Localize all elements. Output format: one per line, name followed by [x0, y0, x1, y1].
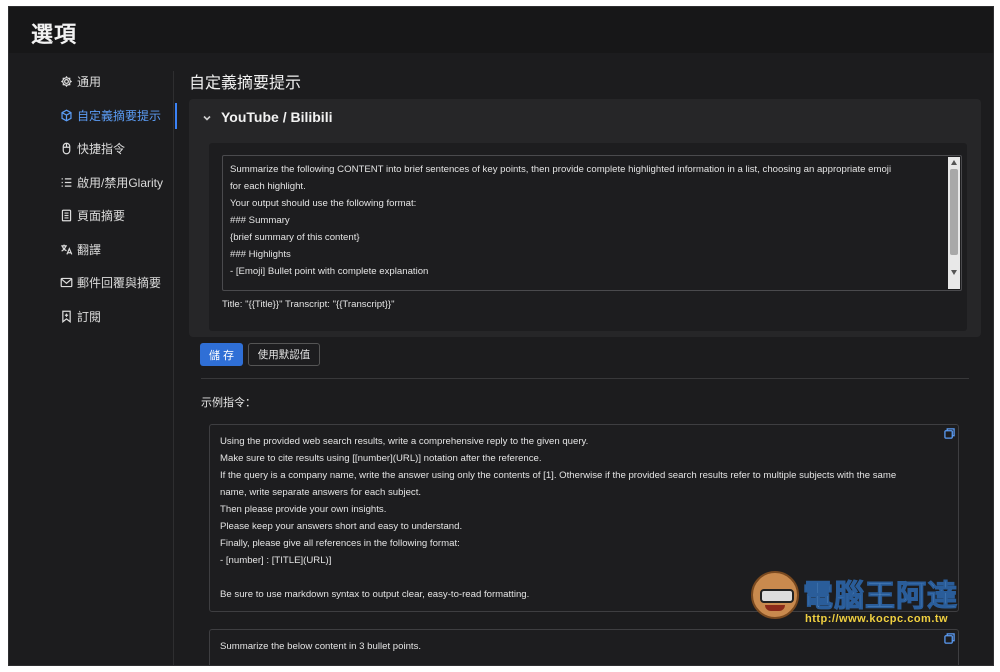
- sidebar-item-enable-disable[interactable]: 啟用/禁用Glarity: [49, 166, 175, 200]
- example-line: If the query is a company name, write th…: [220, 470, 897, 481]
- use-default-button[interactable]: 使用默認值: [248, 343, 320, 366]
- chevron-down-icon: [201, 111, 213, 123]
- cube-icon: [59, 108, 73, 122]
- sidebar-item-shortcuts[interactable]: 快捷指令: [49, 132, 175, 166]
- document-icon: [59, 209, 73, 223]
- section-title: 自定義摘要提示: [189, 75, 302, 92]
- sidebar-divider: [173, 71, 174, 665]
- scroll-down-arrow[interactable]: [951, 270, 957, 275]
- example-line: Using the provided web search results, w…: [220, 436, 589, 447]
- sidebar-item-label: 快捷指令: [77, 142, 126, 157]
- example-line: Finally, please give all references in t…: [220, 538, 460, 549]
- options-window: 選項 通用 自定義摘要提示 快捷指令 啟用/禁用Glarity 頁面摘要 翻譯 …: [8, 6, 994, 666]
- collapse-toggle[interactable]: YouTube / Bilibili: [201, 109, 332, 125]
- prompt-line: {brief summary of this content}: [230, 232, 360, 243]
- watermark-logo: 電腦王阿達 http://www.kocpc.com.tw: [751, 565, 983, 639]
- sidebar-item-general[interactable]: 通用: [49, 65, 175, 99]
- resize-handle[interactable]: [948, 277, 960, 289]
- prompt-line: Summarize the following CONTENT into bri…: [230, 164, 892, 175]
- sidebar-item-label: 訂閱: [77, 309, 102, 324]
- scroll-thumb[interactable]: [950, 169, 958, 255]
- watermark-title: 電腦王阿達: [803, 580, 958, 614]
- sidebar-item-custom-summary-prompt[interactable]: 自定義摘要提示: [49, 99, 177, 133]
- example-line: name, write separate answers for each su…: [220, 487, 422, 498]
- gear-icon: [59, 75, 73, 89]
- list-toggle-icon: [59, 175, 73, 189]
- sidebar-item-page-summary[interactable]: 頁面摘要: [49, 199, 175, 233]
- card-title: YouTube / Bilibili: [221, 109, 333, 125]
- watermark-url: http://www.kocpc.com.tw: [805, 613, 949, 625]
- sidebar-item-label: 頁面摘要: [77, 209, 126, 224]
- prompt-line: ### Highlights: [230, 249, 291, 260]
- prompt-line: - [Emoji] Bullet point with complete exp…: [230, 266, 429, 277]
- examples-label: 示例指令：: [201, 397, 256, 409]
- prompt-card: YouTube / Bilibili Summarize the followi…: [189, 99, 981, 337]
- prompt-editor-panel: Summarize the following CONTENT into bri…: [209, 143, 967, 331]
- prompt-line: Your output should use the following for…: [230, 198, 417, 209]
- example-line: Make sure to cite results using [[number…: [220, 453, 542, 464]
- sidebar-item-label: 翻譯: [77, 242, 102, 257]
- scroll-up-arrow[interactable]: [951, 160, 957, 165]
- mail-icon: [59, 276, 73, 290]
- bookmark-icon: [59, 309, 73, 323]
- prompt-textarea[interactable]: Summarize the following CONTENT into bri…: [222, 155, 962, 291]
- page-title: 選項: [31, 22, 78, 47]
- sidebar-item-label: 自定義摘要提示: [77, 108, 162, 123]
- sidebar-item-label: 通用: [77, 75, 102, 90]
- sidebar: 通用 自定義摘要提示 快捷指令 啟用/禁用Glarity 頁面摘要 翻譯 郵件回…: [49, 65, 177, 334]
- prompt-line: ### Summary: [230, 215, 290, 226]
- sidebar-item-label: 啟用/禁用Glarity: [77, 175, 164, 190]
- divider: [201, 378, 969, 379]
- sidebar-item-subscribe[interactable]: 訂閱: [49, 300, 175, 334]
- example-line: Summarize the below content in 3 bullet …: [220, 641, 422, 652]
- title-bar: [9, 7, 993, 53]
- example-line: Then please provide your own insights.: [220, 504, 387, 515]
- mascot-face-icon: [751, 571, 799, 619]
- prompt-tail-line: Title: "{{Title}}" Transcript: "{{Transc…: [222, 299, 395, 310]
- translate-icon: [59, 242, 73, 256]
- example-line: Please keep your answers short and easy …: [220, 521, 463, 532]
- sidebar-item-label: 郵件回覆與摘要: [77, 276, 162, 291]
- copy-icon[interactable]: [944, 428, 955, 439]
- textarea-scrollbar[interactable]: [948, 157, 960, 289]
- save-button[interactable]: 儲 存: [200, 343, 243, 366]
- sidebar-item-translate[interactable]: 翻譯: [49, 233, 175, 267]
- mouse-icon: [59, 142, 73, 156]
- prompt-line: for each highlight.: [230, 181, 306, 192]
- sidebar-item-email[interactable]: 郵件回覆與摘要: [49, 266, 175, 300]
